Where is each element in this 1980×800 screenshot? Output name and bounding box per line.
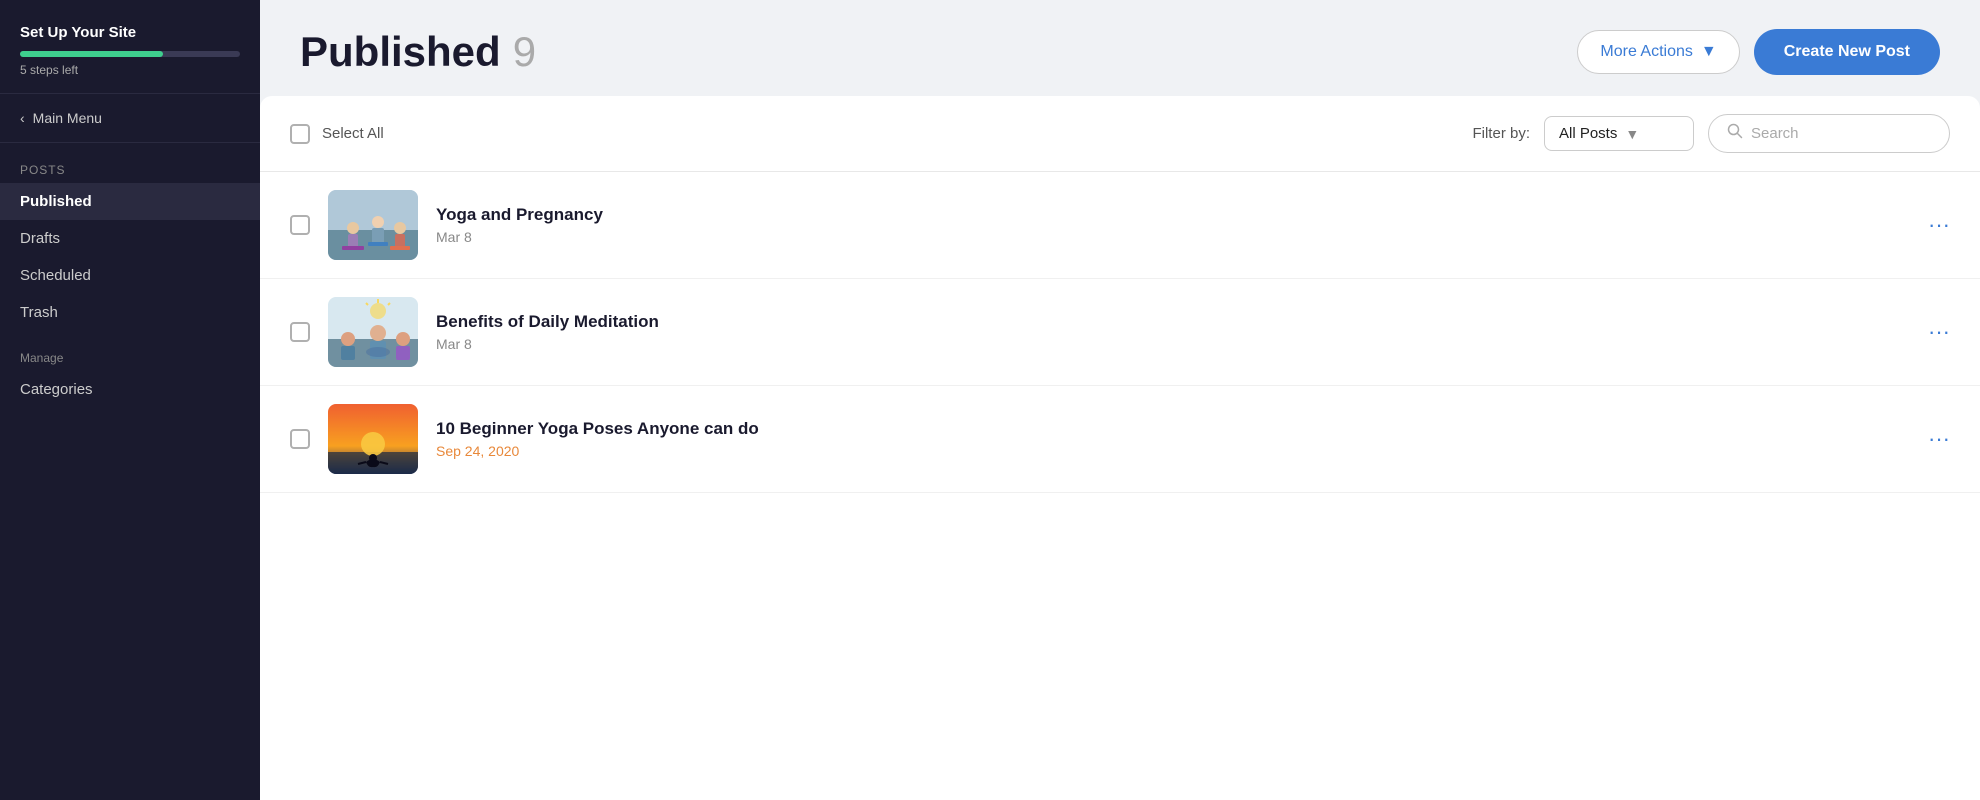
page-header: Published 9 More Actions ▼ Create New Po… xyxy=(260,0,1980,96)
post-title-1: Yoga and Pregnancy xyxy=(436,205,1950,225)
posts-area: Select All Filter by: All Posts ▼ xyxy=(260,96,1980,800)
sidebar-item-drafts[interactable]: Drafts xyxy=(0,220,260,257)
post-checkbox-3[interactable] xyxy=(290,429,310,449)
select-all-checkbox[interactable] xyxy=(290,124,310,144)
header-actions: More Actions ▼ Create New Post xyxy=(1577,29,1940,75)
main-menu-label: Main Menu xyxy=(33,110,102,126)
post-thumbnail-2 xyxy=(328,297,418,367)
select-all-label[interactable]: Select All xyxy=(322,125,384,142)
post-title-2: Benefits of Daily Meditation xyxy=(436,312,1950,332)
manage-section-label: Manage xyxy=(0,331,260,371)
toolbar-left: Select All xyxy=(290,124,384,144)
posts-toolbar: Select All Filter by: All Posts ▼ xyxy=(260,96,1980,172)
sidebar-item-scheduled[interactable]: Scheduled xyxy=(0,257,260,294)
site-setup-title: Set Up Your Site xyxy=(20,24,240,41)
chevron-down-icon: ▼ xyxy=(1701,43,1717,61)
search-box xyxy=(1708,114,1950,153)
progress-bar-fill xyxy=(20,51,163,57)
filter-value: All Posts xyxy=(1559,125,1617,142)
post-date-3: Sep 24, 2020 xyxy=(436,443,1950,459)
sidebar-item-trash[interactable]: Trash xyxy=(0,294,260,331)
post-thumbnail-3 xyxy=(328,404,418,474)
more-actions-button[interactable]: More Actions ▼ xyxy=(1577,30,1739,74)
create-new-post-button[interactable]: Create New Post xyxy=(1754,29,1940,75)
post-info-3: 10 Beginner Yoga Poses Anyone can do Sep… xyxy=(436,419,1950,459)
search-input[interactable] xyxy=(1751,125,1931,142)
post-date-2: Mar 8 xyxy=(436,336,1950,352)
post-checkbox-1[interactable] xyxy=(290,215,310,235)
sidebar-item-published[interactable]: Published xyxy=(0,183,260,220)
page-title: Published 9 xyxy=(300,28,536,76)
post-info-1: Yoga and Pregnancy Mar 8 xyxy=(436,205,1950,245)
filter-chevron-icon: ▼ xyxy=(1625,126,1639,142)
post-options-button-3[interactable]: ··· xyxy=(1918,422,1960,456)
posts-section-label: Posts xyxy=(0,143,260,183)
steps-left: 5 steps left xyxy=(20,63,240,77)
page-title-text: Published xyxy=(300,28,501,76)
table-row[interactable]: Yoga and Pregnancy Mar 8 ··· xyxy=(260,172,1980,279)
post-title-3: 10 Beginner Yoga Poses Anyone can do xyxy=(436,419,1950,439)
post-options-button-1[interactable]: ··· xyxy=(1918,208,1960,242)
progress-bar-bg xyxy=(20,51,240,57)
main-menu-button[interactable]: ‹ Main Menu xyxy=(0,94,260,143)
sidebar-item-categories[interactable]: Categories xyxy=(0,371,260,408)
post-info-2: Benefits of Daily Meditation Mar 8 xyxy=(436,312,1950,352)
post-options-button-2[interactable]: ··· xyxy=(1918,315,1960,349)
table-row[interactable]: 10 Beginner Yoga Poses Anyone can do Sep… xyxy=(260,386,1980,493)
toolbar-right: Filter by: All Posts ▼ xyxy=(1472,114,1950,153)
site-setup-section: Set Up Your Site 5 steps left xyxy=(0,0,260,94)
search-icon xyxy=(1727,123,1743,144)
more-actions-label: More Actions xyxy=(1600,43,1692,61)
filter-select[interactable]: All Posts ▼ xyxy=(1544,116,1694,151)
post-date-1: Mar 8 xyxy=(436,229,1950,245)
sidebar: Set Up Your Site 5 steps left ‹ Main Men… xyxy=(0,0,260,800)
create-btn-label: Create New Post xyxy=(1784,43,1910,60)
table-row[interactable]: Benefits of Daily Meditation Mar 8 ··· xyxy=(260,279,1980,386)
main-content: Published 9 More Actions ▼ Create New Po… xyxy=(260,0,1980,800)
filter-by-label: Filter by: xyxy=(1472,125,1530,142)
post-checkbox-2[interactable] xyxy=(290,322,310,342)
chevron-left-icon: ‹ xyxy=(20,110,25,126)
post-thumbnail-1 xyxy=(328,190,418,260)
page-title-count: 9 xyxy=(513,28,536,76)
